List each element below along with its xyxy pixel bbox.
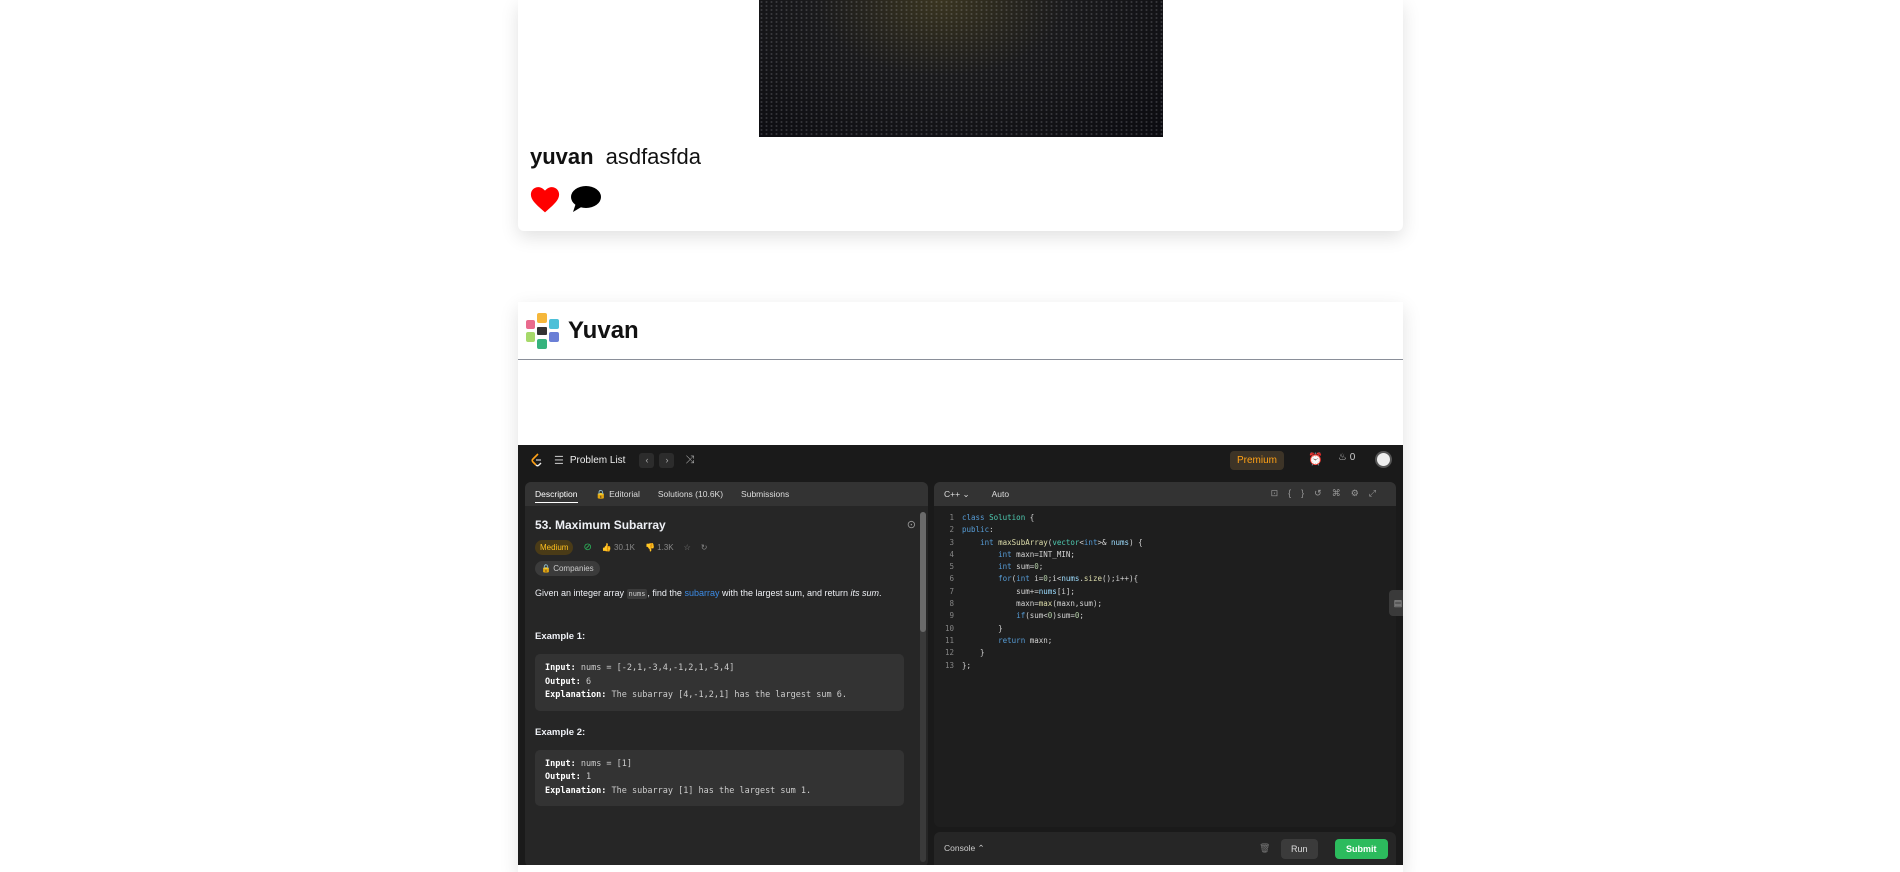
- trash-icon: 🗑: [1259, 843, 1271, 853]
- likes: 👍 30.1K: [601, 543, 635, 552]
- file-icon: ▤: [1389, 590, 1403, 616]
- problem-tabs: Description 🔒 Editorial Solutions (10.6K)…: [525, 482, 928, 506]
- scrollbar: [920, 512, 926, 862]
- example-block: Input: nums = [1] Output: 1 Explanation:…: [535, 749, 904, 806]
- next-icon: ›: [659, 452, 675, 468]
- solved-check-icon: ⊘: [583, 542, 592, 553]
- thumbs-up-icon: 👍: [601, 543, 612, 552]
- problem-body: 53. Maximum Subarray ⊙ Medium ⊘ 👍 30.1K …: [525, 506, 928, 806]
- tab-submissions: Submissions: [741, 489, 790, 499]
- post-actions: [530, 185, 602, 213]
- companies-tag: 🔒 Companies: [535, 561, 600, 576]
- leetcode-logo-icon: [531, 453, 542, 467]
- code-editor: C++ ⌄ Auto ⊡{}↺⌘⚙⤢ 1 2 3 4 5 6 7 8 9 10 …: [934, 482, 1396, 827]
- avatar[interactable]: [523, 311, 563, 351]
- post-card: yuvan asdfasfda: [518, 0, 1403, 231]
- lock-icon: 🔒: [541, 564, 551, 573]
- editor-header: C++ ⌄ Auto ⊡{}↺⌘⚙⤢: [934, 482, 1396, 506]
- problem-list-link: Problem List: [569, 454, 626, 466]
- share-icon: ↻: [700, 543, 708, 552]
- streak-counter: ♨ 0: [1338, 452, 1355, 463]
- difficulty-badge: Medium: [535, 540, 574, 555]
- problem-description: Given an integer array nums, find the su…: [535, 588, 882, 599]
- post-header: Yuvan: [518, 302, 1403, 360]
- problem-panel: Description 🔒 Editorial Solutions (10.6K)…: [525, 482, 928, 865]
- console-toggle: Console ⌃: [944, 843, 985, 853]
- tab-editorial: 🔒 Editorial: [595, 488, 640, 499]
- post-username[interactable]: Yuvan: [568, 317, 639, 345]
- post-caption-text: asdfasfda: [605, 144, 701, 169]
- source-code: class Solution { public: int maxSubArray…: [962, 513, 1143, 670]
- leetcode-topbar: ☰ Problem List ‹ › ⤨ Premium ⏰ ♨ 0: [518, 445, 1403, 475]
- submit-button: Submit: [1335, 838, 1388, 859]
- problem-title: 53. Maximum Subarray ⊙: [535, 518, 916, 532]
- post-image[interactable]: ☰ Problem List ‹ › ⤨ Premium ⏰ ♨ 0 Descr…: [518, 445, 1403, 865]
- post-caption: yuvan asdfasfda: [530, 144, 701, 170]
- problem-meta: Medium ⊘ 👍 30.1K 👎 1.3K ☆ ↻: [535, 540, 918, 555]
- language-select: C++ ⌄: [944, 488, 970, 499]
- run-button: Run: [1281, 838, 1318, 859]
- example-title: Example 1:: [535, 631, 586, 642]
- console-bar: Console ⌃ 🗑 Run Submit: [934, 832, 1396, 865]
- post-username[interactable]: yuvan: [530, 144, 594, 170]
- editor-toolbar-icons: ⊡{}↺⌘⚙⤢: [1270, 488, 1386, 498]
- alarm-icon: ⏰: [1308, 452, 1323, 466]
- mode-label: Auto: [991, 489, 1010, 499]
- info-icon: ⊙: [906, 519, 916, 531]
- line-numbers: 1 2 3 4 5 6 7 8 9 10 11 12 13: [944, 513, 954, 670]
- post-image[interactable]: [759, 0, 1163, 137]
- flame-icon: ♨: [1338, 452, 1347, 463]
- dislikes: 👎 1.3K: [644, 543, 674, 552]
- example-title: Example 2:: [535, 726, 586, 738]
- example-block: Input: nums = [-2,1,-3,4,-1,2,1,-5,4] Ou…: [535, 654, 904, 711]
- lock-icon: 🔒: [595, 488, 607, 499]
- shuffle-icon: ⤨: [685, 453, 695, 466]
- tab-description: Description: [535, 489, 578, 503]
- user-avatar: [1375, 451, 1392, 468]
- prev-icon: ‹: [639, 452, 655, 468]
- star-icon: ☆: [683, 543, 691, 552]
- premium-badge: Premium: [1230, 451, 1285, 470]
- tab-solutions: Solutions (10.6K): [657, 489, 724, 499]
- post-card: Yuvan ☰ Problem List ‹ › ⤨ Premium ⏰ ♨ 0…: [518, 302, 1403, 872]
- comment-icon[interactable]: [570, 185, 602, 213]
- streak-count: 0: [1349, 452, 1356, 463]
- code-area: 1 2 3 4 5 6 7 8 9 10 11 12 13 class Solu…: [934, 506, 1396, 672]
- heart-icon[interactable]: [530, 186, 560, 213]
- list-icon: ☰: [554, 454, 564, 467]
- thumbs-down-icon: 👎: [644, 543, 655, 552]
